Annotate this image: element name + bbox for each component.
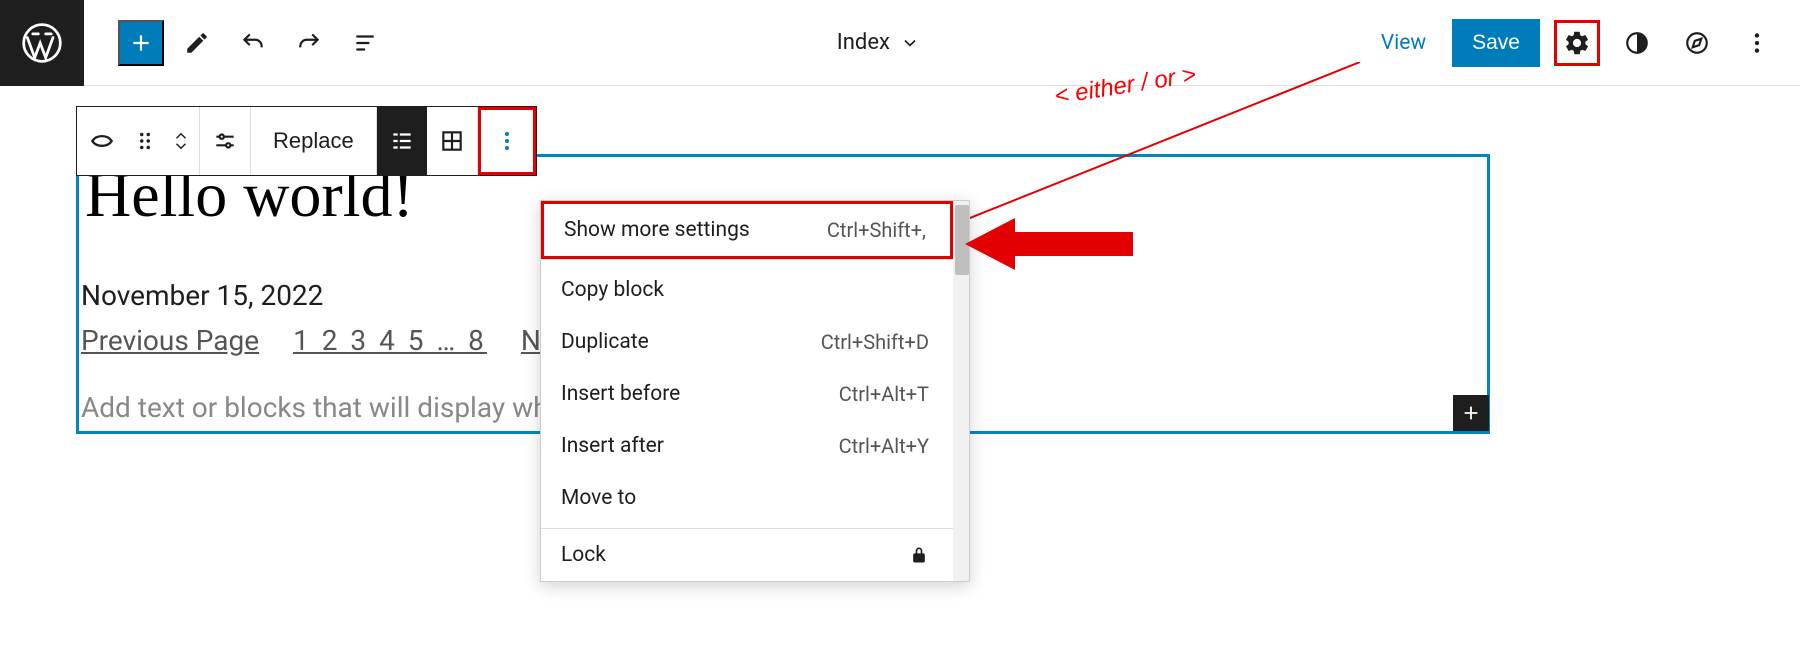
navigation-icon[interactable] [1674, 20, 1720, 66]
menu-lock[interactable]: Lock [541, 529, 953, 581]
toolbar-left [84, 20, 388, 66]
list-layout-icon[interactable] [377, 107, 427, 175]
block-options-menu: Show more settings Ctrl+Shift+, Copy blo… [540, 200, 970, 582]
chevron-down-icon [900, 33, 920, 53]
view-link[interactable]: View [1369, 23, 1438, 63]
contrast-icon [1624, 30, 1650, 56]
wordpress-logo[interactable] [0, 0, 84, 86]
scrollbar[interactable] [953, 201, 969, 581]
block-more-options[interactable] [478, 107, 536, 175]
grid-layout-icon[interactable] [427, 107, 477, 175]
template-selector[interactable]: Index [388, 30, 1369, 55]
template-name: Index [837, 30, 890, 55]
styles-button[interactable] [1614, 20, 1660, 66]
gear-icon [1563, 29, 1591, 57]
block-type-icon[interactable] [77, 107, 127, 175]
settings-button[interactable] [1554, 20, 1600, 66]
replace-button[interactable]: Replace [251, 107, 377, 175]
list-view-icon[interactable] [342, 20, 388, 66]
menu-move-to[interactable]: Move to [541, 472, 953, 524]
chevron-down-icon [172, 141, 190, 151]
menu-duplicate[interactable]: Duplicate Ctrl+Shift+D [541, 316, 953, 368]
block-toolbar: Replace [76, 106, 537, 176]
edit-icon[interactable] [174, 20, 220, 66]
menu-insert-before[interactable]: Insert before Ctrl+Alt+T [541, 368, 953, 420]
chevron-up-icon [172, 131, 190, 141]
save-button[interactable]: Save [1452, 19, 1540, 67]
menu-copy-block[interactable]: Copy block [541, 264, 953, 316]
vertical-dots-icon [505, 132, 509, 150]
top-bar: Index View Save [0, 0, 1800, 86]
add-block-inline[interactable] [1453, 395, 1489, 431]
options-button[interactable] [1734, 20, 1780, 66]
vertical-dots-icon [1744, 30, 1770, 56]
lock-icon [909, 543, 929, 567]
settings-sliders-icon[interactable] [200, 107, 250, 175]
drag-handle[interactable] [127, 107, 163, 175]
add-block-button[interactable] [118, 20, 164, 66]
menu-insert-after[interactable]: Insert after Ctrl+Alt+Y [541, 420, 953, 472]
redo-button[interactable] [286, 20, 332, 66]
undo-button[interactable] [230, 20, 276, 66]
menu-show-more-settings[interactable]: Show more settings Ctrl+Shift+, [541, 201, 953, 259]
previous-page-link[interactable]: Previous Page [81, 324, 259, 357]
page-numbers[interactable]: 1 2 3 4 5 … 8 [293, 324, 487, 357]
toolbar-right: View Save [1369, 19, 1800, 67]
move-arrows[interactable] [163, 107, 199, 175]
